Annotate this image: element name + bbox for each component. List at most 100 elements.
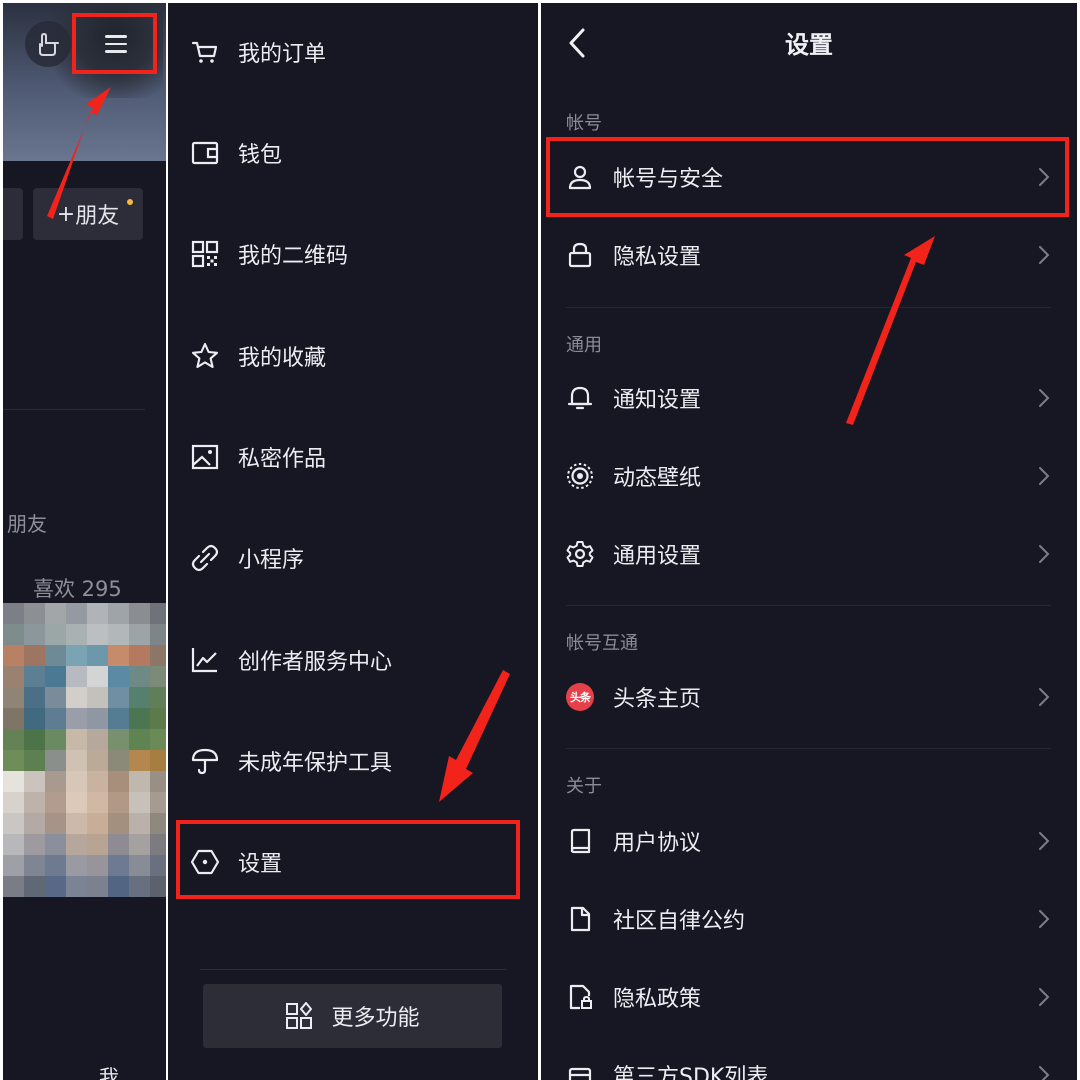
settings-row-label: 用户协议 xyxy=(613,831,702,856)
friends-text: 朋友 xyxy=(7,512,47,536)
mosaic-cell xyxy=(150,834,166,855)
chevron-right-icon xyxy=(1039,688,1050,706)
settings-row-notifications[interactable]: 通知设置 xyxy=(541,363,1077,433)
mosaic-cell xyxy=(45,792,66,813)
mosaic-cell xyxy=(108,603,129,624)
mosaic-cell xyxy=(45,645,66,666)
mosaic-cell xyxy=(87,666,108,687)
mosaic-cell xyxy=(108,792,129,813)
mosaic-cell xyxy=(24,666,45,687)
settings-row-live-wallpaper[interactable]: 动态壁纸 xyxy=(541,441,1077,511)
settings-row-account-security[interactable]: 帐号与安全 xyxy=(541,142,1077,212)
mosaic-cell xyxy=(3,834,24,855)
settings-row-label: 隐私设置 xyxy=(613,245,702,270)
chevron-right-icon xyxy=(1039,832,1050,850)
settings-row-label: 动态壁纸 xyxy=(613,466,702,491)
mosaic-cell xyxy=(87,603,108,624)
mosaic-cell xyxy=(66,750,87,771)
chevron-right-icon xyxy=(1039,246,1050,264)
toutiao-logo-icon: 头条 xyxy=(564,681,596,713)
more-features-button[interactable]: 更多功能 xyxy=(203,984,502,1048)
settings-row-privacy[interactable]: 隐私设置 xyxy=(541,220,1077,290)
mosaic-cell xyxy=(45,687,66,708)
divider xyxy=(200,969,506,970)
mosaic-cell xyxy=(129,750,150,771)
menu-item-wallet[interactable]: 钱包 xyxy=(168,123,538,183)
mosaic-cell xyxy=(150,708,166,729)
mosaic-cell xyxy=(129,687,150,708)
mosaic-cell xyxy=(66,708,87,729)
hand-pointer-icon xyxy=(39,33,59,56)
mosaic-cell xyxy=(45,750,66,771)
mosaic-cell xyxy=(108,876,129,897)
mosaic-cell xyxy=(87,687,108,708)
mosaic-cell xyxy=(87,645,108,666)
menu-item-qr-code[interactable]: 我的二维码 xyxy=(168,224,538,284)
mosaic-cell xyxy=(3,687,24,708)
mosaic-cell xyxy=(66,813,87,834)
tab-me[interactable]: 我 xyxy=(99,1061,119,1080)
mosaic-cell xyxy=(3,813,24,834)
pixelated-video-thumbnail[interactable] xyxy=(3,603,166,1043)
mosaic-cell xyxy=(3,876,24,897)
settings-row-label: 通用设置 xyxy=(613,544,702,569)
menu-item-label: 小程序 xyxy=(238,548,305,573)
mosaic-cell xyxy=(45,729,66,750)
chevron-right-icon xyxy=(1039,1066,1050,1080)
mosaic-cell xyxy=(24,771,45,792)
settings-row-community-guidelines[interactable]: 社区自律公约 xyxy=(541,884,1077,954)
mosaic-cell xyxy=(24,729,45,750)
menu-item-creator-center[interactable]: 创作者服务中心 xyxy=(168,630,538,690)
mosaic-cell xyxy=(3,855,24,876)
mosaic-cell xyxy=(129,855,150,876)
mosaic-cell xyxy=(129,792,150,813)
wallet-icon xyxy=(188,136,222,170)
umbrella-icon xyxy=(188,744,222,778)
settings-row-general-settings[interactable]: 通用设置 xyxy=(541,519,1077,589)
menu-item-private-works[interactable]: 私密作品 xyxy=(168,427,538,487)
mosaic-cell xyxy=(150,771,166,792)
mosaic-cell xyxy=(24,645,45,666)
user-icon xyxy=(564,161,596,193)
menu-item-settings[interactable]: 设置 xyxy=(168,832,538,892)
menu-item-orders[interactable]: 我的订单 xyxy=(168,22,538,82)
settings-row-toutiao[interactable]: 头条 头条主页 xyxy=(541,662,1077,732)
menu-item-label: 我的订单 xyxy=(238,42,327,67)
section-header-general: 通用 xyxy=(566,335,602,356)
edit-profile-button[interactable] xyxy=(3,188,23,240)
mosaic-cell xyxy=(129,645,150,666)
bell-icon xyxy=(564,382,596,414)
mosaic-cell xyxy=(66,876,87,897)
menu-item-mini-programs[interactable]: 小程序 xyxy=(168,528,538,588)
chevron-right-icon xyxy=(1039,389,1050,407)
settings-row-label: 帐号与安全 xyxy=(613,167,724,192)
hamburger-menu-button[interactable] xyxy=(93,25,139,63)
add-friend-button[interactable]: + 朋友 xyxy=(33,188,143,240)
settings-row-user-agreement[interactable]: 用户协议 xyxy=(541,806,1077,876)
mosaic-cell xyxy=(150,624,166,645)
mosaic-cell xyxy=(108,834,129,855)
mosaic-cell xyxy=(150,645,166,666)
hand-pointer-button[interactable] xyxy=(25,21,71,67)
divider xyxy=(566,748,1051,749)
mosaic-cell xyxy=(108,708,129,729)
mosaic-cell xyxy=(87,708,108,729)
mosaic-cell xyxy=(24,687,45,708)
menu-item-minor-protection[interactable]: 未成年保护工具 xyxy=(168,731,538,791)
settings-row-privacy-policy[interactable]: 隐私政策 xyxy=(541,962,1077,1032)
mosaic-cell xyxy=(150,603,166,624)
divider xyxy=(566,605,1051,606)
settings-row-label: 隐私政策 xyxy=(613,987,702,1012)
likes-tab[interactable]: 喜欢 295 xyxy=(33,573,122,603)
mosaic-cell xyxy=(87,792,108,813)
settings-row-third-party-sdk[interactable]: 第三方SDK列表 xyxy=(541,1040,1077,1080)
mosaic-cell xyxy=(108,771,129,792)
mosaic-cell xyxy=(66,687,87,708)
mosaic-cell xyxy=(87,855,108,876)
mosaic-cell xyxy=(66,603,87,624)
mosaic-cell xyxy=(150,792,166,813)
image-icon xyxy=(188,440,222,474)
menu-item-favorites[interactable]: 我的收藏 xyxy=(168,326,538,386)
section-header-about: 关于 xyxy=(566,776,602,797)
more-features-label: 更多功能 xyxy=(331,1006,420,1031)
